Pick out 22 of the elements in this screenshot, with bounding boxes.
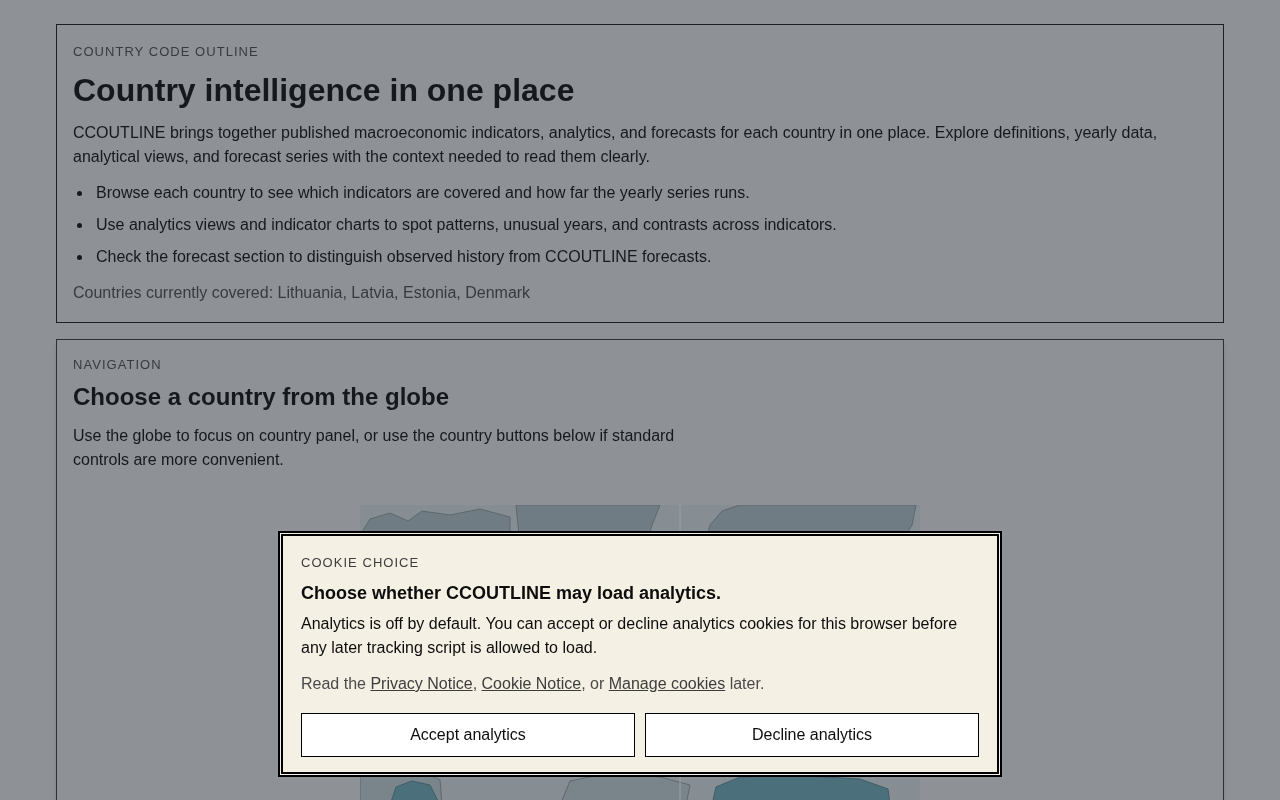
dialog-title: Choose whether CCOUTLINE may load analytics. xyxy=(301,582,723,605)
navigation-description: Use the globe to focus on country panel, or use the country buttons below if standard controls are more convenient. xyxy=(73,426,676,470)
bullet-icon xyxy=(77,254,82,260)
intro-description: CCOUTLINE brings together published macroeconomic indicators, analytics, and forecasts for each country in one place. Explore definitions, yearly data, analytical views, and forecast series with the context needed to read them clearly. xyxy=(73,123,1159,167)
consent-button[interactable]: Decline analytics xyxy=(645,713,979,757)
dialog-description: Analytics is off by default. You can accept or decline analytics cookies for this browser before any later tracking script is allowed to load. xyxy=(301,614,959,658)
bullet-icon xyxy=(77,190,82,196)
consent-button[interactable]: Accept analytics xyxy=(301,713,635,757)
page-title: Country intelligence in one place xyxy=(73,71,576,110)
feature-item: Use analytics views and indicator charts to spot patterns, unusual years, and contrasts across indicators. xyxy=(96,215,837,235)
notice-link[interactable]: Privacy Notice xyxy=(370,675,473,692)
feature-item: Check the forecast section to distinguish observed history from CCOUTLINE forecasts. xyxy=(96,247,712,267)
section-title: Choose a country from the globe xyxy=(73,382,451,412)
bullet-icon xyxy=(77,222,82,228)
section-eyebrow: NAVIGATION xyxy=(73,356,163,374)
notice-link[interactable]: Cookie Notice xyxy=(481,675,582,692)
dialog-eyebrow: COOKIE CHOICE xyxy=(301,554,421,572)
coverage-note: Countries currently covered: Lithuania, Latvia, Estonia, Denmark xyxy=(73,283,532,303)
feature-item: Browse each country to see which indicators are covered and how far the yearly series runs. xyxy=(96,183,750,203)
notice-link[interactable]: Manage cookies xyxy=(608,675,726,692)
section-eyebrow: COUNTRY CODE OUTLINE xyxy=(73,43,260,61)
dialog-notice: Read the Privacy Notice, Cookie Notice, or Manage cookies later. xyxy=(301,674,766,694)
